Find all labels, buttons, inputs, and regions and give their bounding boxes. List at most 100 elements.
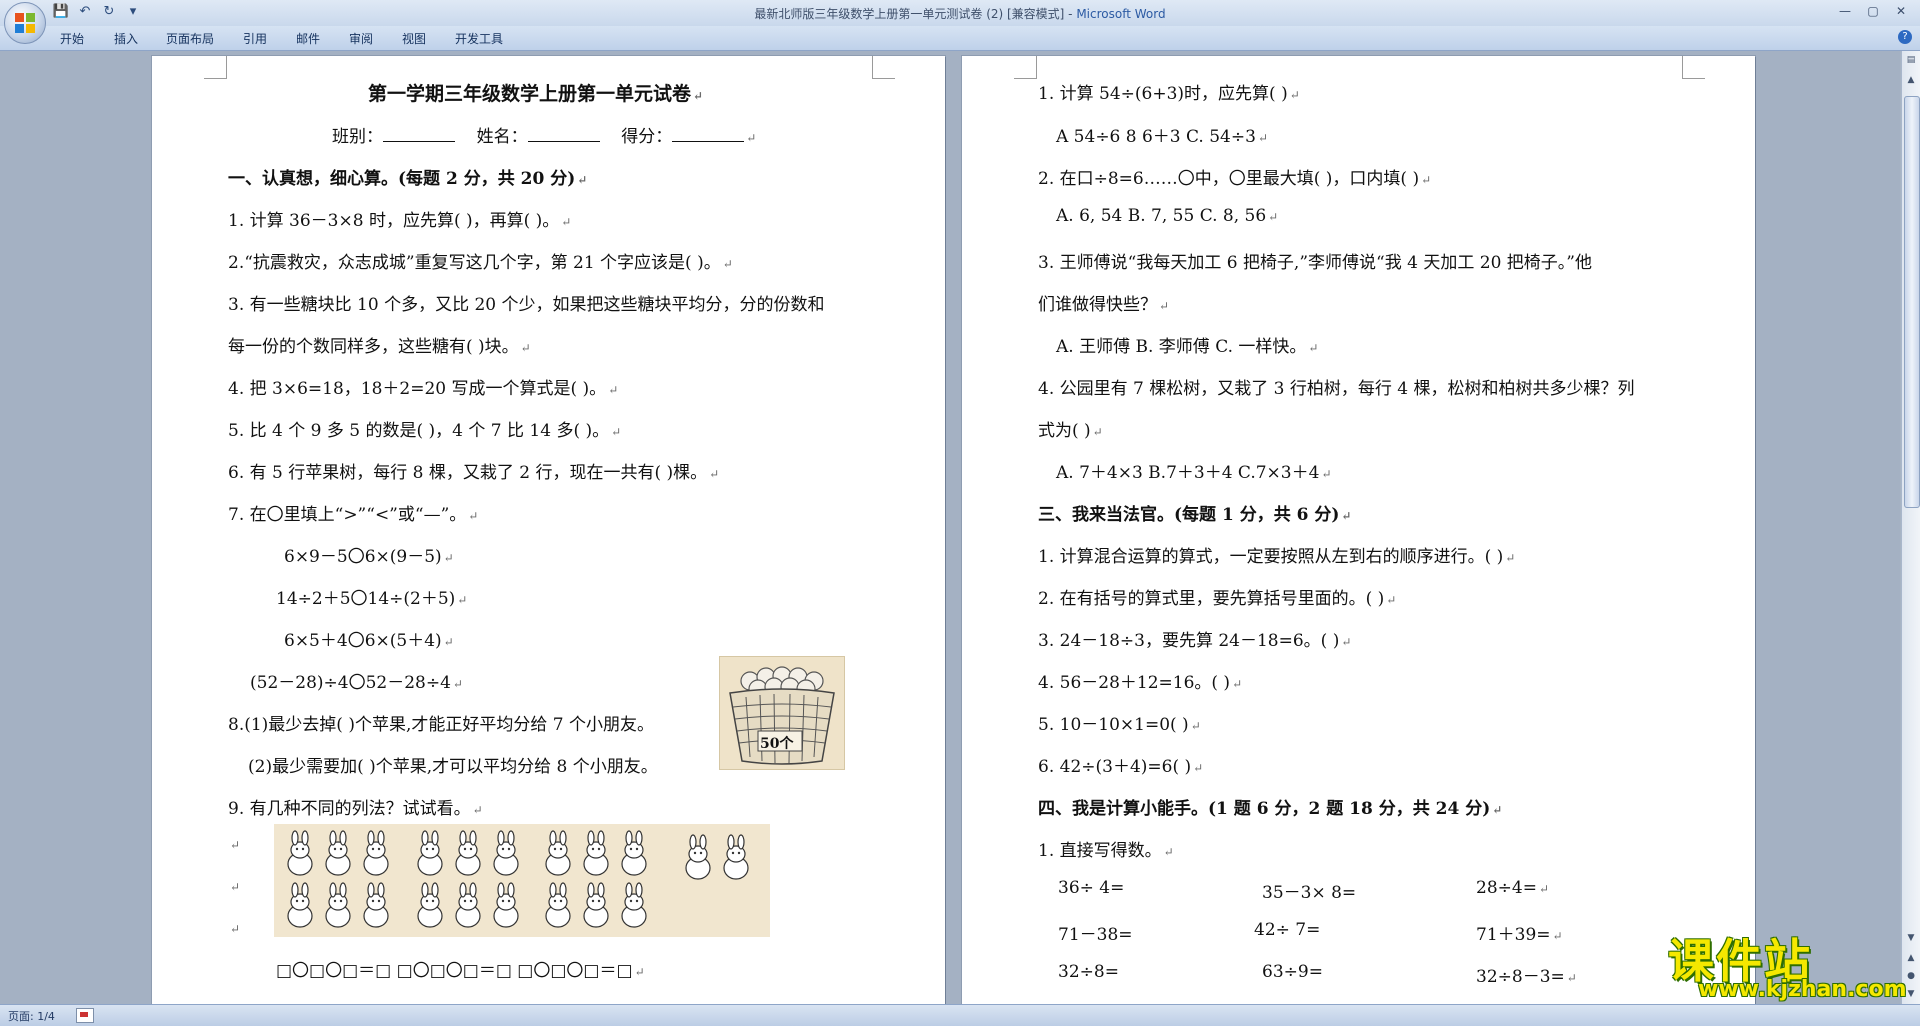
help-icon[interactable]: ? [1898,30,1912,44]
vertical-scrollbar[interactable]: ▤ ▲ ▼ ▲ ● ▼ [1901,51,1920,1004]
class-field[interactable] [383,126,455,142]
question-line: 式为( ) ↵ [1038,421,1103,441]
calc-cell: 32÷8－3= ↵ [1476,967,1577,987]
office-button[interactable] [4,2,46,44]
section-heading: 四、我是计算小能手。(1 题 6 分，2 题 18 分，共 24 分) ↵ [1038,799,1503,819]
scroll-up-icon[interactable]: ▲ [1904,73,1918,87]
section-heading: 一、认真想，细心算。(每题 2 分，共 20 分) ↵ [228,169,588,189]
scroll-down-icon[interactable]: ▼ [1904,931,1918,945]
question-text: 6. 有 5 行苹果树，每行 8 棵，又栽了 2 行，现在一共有( )棵。 [228,463,708,483]
window-title: 最新北师版三年级数学上册第一单元测试卷 (2) [兼容模式] - Microso… [0,5,1920,22]
close-icon[interactable]: ✕ [1888,2,1914,20]
question-text: 式为( ) [1038,421,1091,441]
question-line: 1. 计算 36－3×8 时，应先算( )，再算( )。 ↵ [228,211,572,231]
proofing-status-icon[interactable] [76,1008,94,1023]
question-line: (2)最少需要加( )个苹果,才可以平均分给 8 个小朋友。 [248,752,658,777]
comparison-line: 6×9－5〇6×(9－5) ↵ [284,547,454,567]
title-bar: 💾 ↶ ↻ ▾ 最新北师版三年级数学上册第一单元测试卷 (2) [兼容模式] -… [0,0,1920,44]
question-text: 5. 比 4 个 9 多 5 的数是( )，4 个 7 比 14 多( )。 [228,421,610,441]
calc-cell: 28÷4= ↵ [1476,878,1549,898]
calc-text: 28÷4= [1476,878,1537,898]
calc-cell: 63÷9= [1262,962,1323,982]
name-label: 姓名： [476,127,528,147]
office-logo-icon [15,13,35,33]
calc-cell: 35－3× 8= [1262,878,1356,903]
question-text: 3. 有一些糖块比 10 个多，又比 20 个少，如果把这些糖块平均分，分的份数… [228,295,825,315]
question-line: 5. 比 4 个 9 多 5 的数是( )，4 个 7 比 14 多( )。 ↵ [228,421,622,441]
option-line: A 54÷6 8 6＋3 C. 54÷3 ↵ [1056,127,1268,147]
option-text: A 54÷6 8 6＋3 C. 54÷3 [1056,127,1256,147]
question-text: (2)最少需要加( )个苹果,才可以平均分给 8 个小朋友。 [248,757,658,777]
judge-text: 5. 10－10×1=0( ) [1038,715,1189,735]
tab-home[interactable]: 开始 [60,30,84,47]
question-line: 1. 直接写得数。 ↵ [1038,841,1174,861]
judge-text: 6. 42÷(3＋4)=6( ) [1038,757,1192,777]
calc-text: 36÷ 4= [1058,878,1125,898]
question-line: 8.(1)最少去掉( )个苹果,才能正好平均分给 7 个小朋友。 [228,710,654,735]
question-text: 4. 公园里有 7 棵松树，又栽了 3 行柏树，每行 4 棵，松树和柏树共多少棵… [1038,379,1635,399]
exam-title: 第一学期三年级数学上册第一单元试卷 ↵ [368,83,704,105]
judge-text: 2. 在有括号的算式里，要先算括号里面的。( ) [1038,589,1385,609]
question-text: 1. 直接写得数。 [1038,841,1162,861]
paragraph-mark: ↵ [230,880,241,894]
student-info-line: 班别： 姓名： 得分： ↵ [332,126,757,147]
section4-text: 四、我是计算小能手。(1 题 6 分，2 题 18 分，共 24 分) [1038,799,1491,819]
window-controls: — ▢ ✕ [1832,2,1914,20]
scroll-thumb[interactable] [1904,96,1920,508]
status-page-count[interactable]: 页面: 1/4 [8,1008,55,1024]
question-line: 9. 有几种不同的列法？试试看。 ↵ [228,799,483,819]
comparison-line: 14÷2＋5〇14÷(2＋5) ↵ [276,589,468,609]
calc-text: 71－38= [1058,925,1133,945]
score-label: 得分： [621,127,673,147]
margin-corner-mark [872,56,895,79]
option-line: A. 王师傅 B. 李师傅 C. 一样快。 ↵ [1056,337,1319,357]
calc-text: 32÷8= [1058,962,1119,982]
ruler-toggle-icon[interactable]: ▤ [1904,53,1918,67]
tab-mailings[interactable]: 邮件 [296,30,320,47]
paragraph-mark: ↵ [230,838,241,852]
document-workspace: 第一学期三年级数学上册第一单元试卷 ↵ 班别： 姓名： 得分： ↵ 一、认真想，细心… [0,51,1900,1004]
tab-insert[interactable]: 插入 [114,30,138,47]
watermark-url-text: www.kjzhan.com [1698,977,1907,1002]
question-line: 7. 在〇里填上“>”“<”或“—”。 ↵ [228,505,479,525]
margin-corner-mark [204,56,227,79]
section1-text: 一、认真想，细心算。(每题 2 分，共 20 分) [228,169,576,189]
judge-line: 2. 在有括号的算式里，要先算括号里面的。( ) ↵ [1038,589,1397,609]
class-label: 班别： [332,127,383,147]
calc-cell: 32÷8= [1058,962,1119,982]
question-text: 每一份的个数同样多，这些糖有( )块。 [228,337,519,357]
tab-page-layout[interactable]: 页面布局 [166,30,214,47]
question-text: 7. 在〇里填上“>”“<”或“—”。 [228,505,467,525]
margin-corner-mark [1014,56,1037,79]
option-text: A. 王师傅 B. 李师傅 C. 一样快。 [1056,337,1307,357]
exam-title-text: 第一学期三年级数学上册第一单元试卷 [368,83,692,105]
blank-boxes-line: □〇□〇□＝□ □〇□〇□＝□ □〇□〇□＝□ ↵ [276,961,645,981]
minimize-icon[interactable]: — [1832,2,1858,20]
tab-references[interactable]: 引用 [243,30,267,47]
tab-review[interactable]: 审阅 [349,30,373,47]
tab-view[interactable]: 视图 [402,30,426,47]
question-line: 们谁做得快些？ ↵ [1038,295,1170,315]
section-heading: 三、我来当法官。(每题 1 分，共 6 分) ↵ [1038,505,1352,525]
calc-text: 71＋39= [1476,925,1551,945]
option-text: A. 7＋4×3 B.7＋3＋4 C.7×3＋4 [1056,463,1320,483]
status-bar: 页面: 1/4 [0,1004,1920,1026]
section3-text: 三、我来当法官。(每题 1 分，共 6 分) [1038,505,1340,525]
question-line: 1. 计算 54÷(6+3)时，应先算( ) ↵ [1038,84,1300,104]
judge-line: 3. 24－18÷3，要先算 24－18=6。( ) ↵ [1038,631,1352,651]
question-text: 1. 计算 54÷(6+3)时，应先算( ) [1038,84,1288,104]
document-page-left: 第一学期三年级数学上册第一单元试卷 ↵ 班别： 姓名： 得分： ↵ 一、认真想，细心… [152,56,945,1004]
judge-text: 1. 计算混合运算的算式，一定要按照从左到右的顺序进行。( ) [1038,547,1504,567]
previous-page-icon[interactable]: ▲ [1904,951,1918,965]
comparison-text: (52－28)÷4〇52－28÷4 [250,673,451,693]
calc-text: 32÷8－3= [1476,967,1565,987]
name-field[interactable] [527,126,600,142]
comparison-text: 14÷2＋5〇14÷(2＋5) [276,589,456,609]
maximize-icon[interactable]: ▢ [1860,2,1886,20]
tab-developer[interactable]: 开发工具 [455,30,503,47]
calc-text: 35－3× 8= [1262,883,1357,903]
score-field[interactable] [672,126,745,142]
judge-line: 5. 10－10×1=0( ) ↵ [1038,715,1201,735]
question-line: 3. 有一些糖块比 10 个多，又比 20 个少，如果把这些糖块平均分，分的份数… [228,290,825,315]
judge-text: 3. 24－18÷3，要先算 24－18=6。( ) [1038,631,1340,651]
